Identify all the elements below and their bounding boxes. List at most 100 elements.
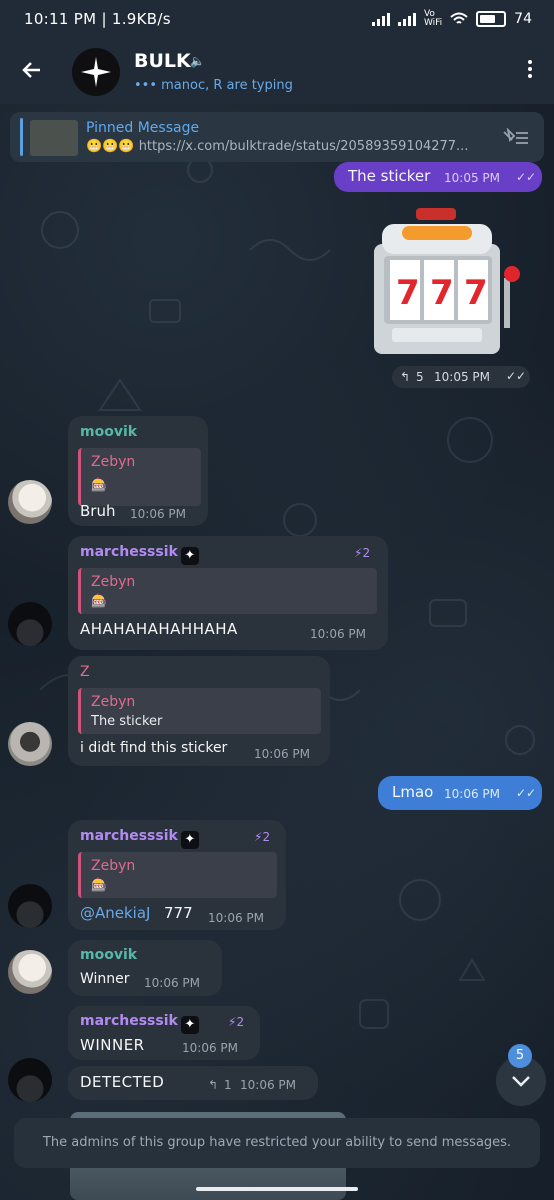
- typing-indicator: ••• manoc, R are typing: [134, 78, 293, 93]
- message-time: 10:06 PM: [130, 507, 186, 521]
- message-text: The sticker: [348, 167, 431, 185]
- reply-author: Zebyn: [91, 694, 136, 710]
- author-name[interactable]: moovik: [80, 947, 137, 963]
- author-name[interactable]: Z: [80, 664, 90, 680]
- group-avatar[interactable]: [72, 48, 120, 96]
- message-text: Lmao: [392, 783, 434, 801]
- signal-icon: [371, 12, 390, 26]
- boost-count: ⚡2: [228, 1015, 245, 1029]
- message-bubble-incoming[interactable]: marchesssik ✦ ⚡2 Zebyn 🎰 @AnekiaJ 777 10:…: [68, 820, 286, 930]
- message-time: 10:06 PM: [254, 747, 310, 761]
- pinned-message-bar[interactable]: Pinned Message 😬😬😬 https://x.com/bulktra…: [10, 112, 544, 162]
- svg-text:7: 7: [464, 273, 488, 313]
- message-text: 777: [164, 904, 193, 922]
- message-time: 10:06 PM: [182, 1041, 238, 1055]
- message-time: 10:06 PM: [208, 911, 264, 925]
- more-menu-icon[interactable]: [528, 60, 532, 78]
- reply-count: 5: [416, 370, 424, 384]
- vowifi-icon: Vo WiFi: [423, 9, 443, 28]
- author-name-text: marchesssik: [80, 828, 178, 844]
- boost-value: 2: [262, 830, 271, 844]
- reply-count-icon: ↰: [208, 1078, 219, 1092]
- message-text: Bruh: [80, 502, 116, 520]
- pinned-text: 😬😬😬 https://x.com/bulktrade/status/20589…: [86, 139, 469, 154]
- message-bubble-incoming[interactable]: Z Zebyn The sticker i didt find this sti…: [68, 656, 330, 766]
- star-badge-icon: ✦: [180, 1016, 199, 1034]
- pinned-label: Pinned Message: [86, 120, 200, 136]
- double-check-icon: ✓✓: [516, 786, 537, 800]
- battery-level: 74: [514, 11, 532, 27]
- svg-text:7: 7: [430, 273, 454, 313]
- author-name-text: marchesssik: [80, 1013, 178, 1029]
- avatar[interactable]: [8, 722, 52, 766]
- avatar[interactable]: [8, 884, 52, 928]
- message-time: 10:05 PM: [434, 370, 490, 384]
- message-time: 10:06 PM: [240, 1078, 296, 1092]
- message-bubble-incoming[interactable]: moovik Winner 10:06 PM: [68, 940, 222, 996]
- home-indicator[interactable]: [196, 1187, 358, 1191]
- message-bubble-incoming[interactable]: marchesssik ✦ ⚡2 WINNER 10:06 PM: [68, 1006, 260, 1060]
- message-time: 10:05 PM: [444, 171, 500, 185]
- muted-icon: 🔈: [190, 54, 205, 68]
- wifi-icon: [450, 12, 468, 24]
- boost-count: ⚡2: [254, 830, 271, 844]
- reply-text: 🎰: [91, 478, 108, 493]
- status-icons: Vo WiFi 74: [371, 9, 532, 28]
- reply-author: Zebyn: [91, 858, 136, 874]
- slot-machine-sticker[interactable]: 7 7 7: [372, 204, 522, 364]
- message-text: WINNER: [80, 1036, 145, 1054]
- reply-author: Zebyn: [91, 454, 136, 470]
- chat-header: BULK 🔈 ••• manoc, R are typing: [0, 38, 554, 104]
- restricted-notice: The admins of this group have restricted…: [14, 1118, 540, 1168]
- author-name[interactable]: moovik: [80, 424, 137, 440]
- chat-title[interactable]: BULK: [134, 50, 191, 72]
- message-bubble-incoming[interactable]: moovik Zebyn 🎰 Bruh 10:06 PM: [68, 416, 208, 526]
- boost-value: 2: [236, 1015, 245, 1029]
- message-bubble-incoming[interactable]: marchesssik ✦ ⚡2 Zebyn 🎰 AHAHAHAHAHHAHA 1…: [68, 536, 388, 650]
- message-text: Winner: [80, 971, 130, 987]
- avatar[interactable]: [8, 950, 52, 994]
- author-name-text: marchesssik: [80, 544, 178, 560]
- avatar[interactable]: [8, 1058, 52, 1102]
- avatar[interactable]: [8, 480, 52, 524]
- author-name[interactable]: marchesssik ✦: [80, 828, 199, 849]
- double-check-icon: ✓✓: [516, 170, 537, 184]
- reply-preview[interactable]: Zebyn 🎰: [78, 852, 277, 898]
- reply-preview[interactable]: Zebyn 🎰: [78, 568, 377, 614]
- message-bubble-outgoing[interactable]: The sticker 10:05 PM ✓✓: [334, 162, 542, 192]
- sticker-meta: ↰ 5 10:05 PM ✓✓: [392, 366, 530, 388]
- reply-preview[interactable]: Zebyn 🎰: [78, 448, 201, 506]
- message-time: 10:06 PM: [310, 627, 366, 641]
- boost-count: ⚡2: [354, 546, 371, 560]
- svg-text:7: 7: [396, 273, 420, 313]
- message-text: i didt find this sticker: [80, 740, 228, 756]
- mention-link[interactable]: @AnekiaJ: [80, 904, 150, 922]
- star-badge-icon: ✦: [180, 831, 199, 849]
- reply-text: 🎰: [91, 594, 108, 609]
- author-name[interactable]: marchesssik ✦: [80, 544, 199, 565]
- message-bubble-incoming[interactable]: DETECTED ↰ 1 10:06 PM: [68, 1066, 318, 1100]
- star-logo-icon: [81, 57, 111, 87]
- pin-list-icon[interactable]: [502, 128, 530, 148]
- pinned-indicator: [20, 118, 23, 156]
- reply-text: The sticker: [91, 714, 163, 729]
- reply-author: Zebyn: [91, 574, 136, 590]
- message-text: DETECTED: [80, 1073, 165, 1091]
- pinned-thumbnail: [30, 120, 78, 156]
- message-text: AHAHAHAHAHHAHA: [80, 620, 238, 638]
- status-time: 10:11 PM | 1.9KB/s: [24, 10, 171, 28]
- message-time: 10:06 PM: [444, 787, 500, 801]
- message-bubble-outgoing[interactable]: Lmao 10:06 PM ✓✓: [378, 776, 542, 810]
- signal-2-icon: [397, 12, 416, 26]
- message-time: 10:06 PM: [144, 976, 200, 990]
- author-name[interactable]: marchesssik ✦: [80, 1013, 199, 1034]
- reply-text: 🎰: [91, 878, 108, 893]
- reply-count: 1: [224, 1078, 232, 1092]
- reply-count-icon: ↰: [400, 370, 411, 384]
- back-arrow-icon[interactable]: [20, 58, 44, 82]
- chevron-down-icon: [512, 1076, 530, 1087]
- unread-badge: 5: [508, 1044, 532, 1068]
- double-check-icon: ✓✓: [506, 369, 527, 383]
- reply-preview[interactable]: Zebyn The sticker: [78, 688, 321, 734]
- avatar[interactable]: [8, 602, 52, 646]
